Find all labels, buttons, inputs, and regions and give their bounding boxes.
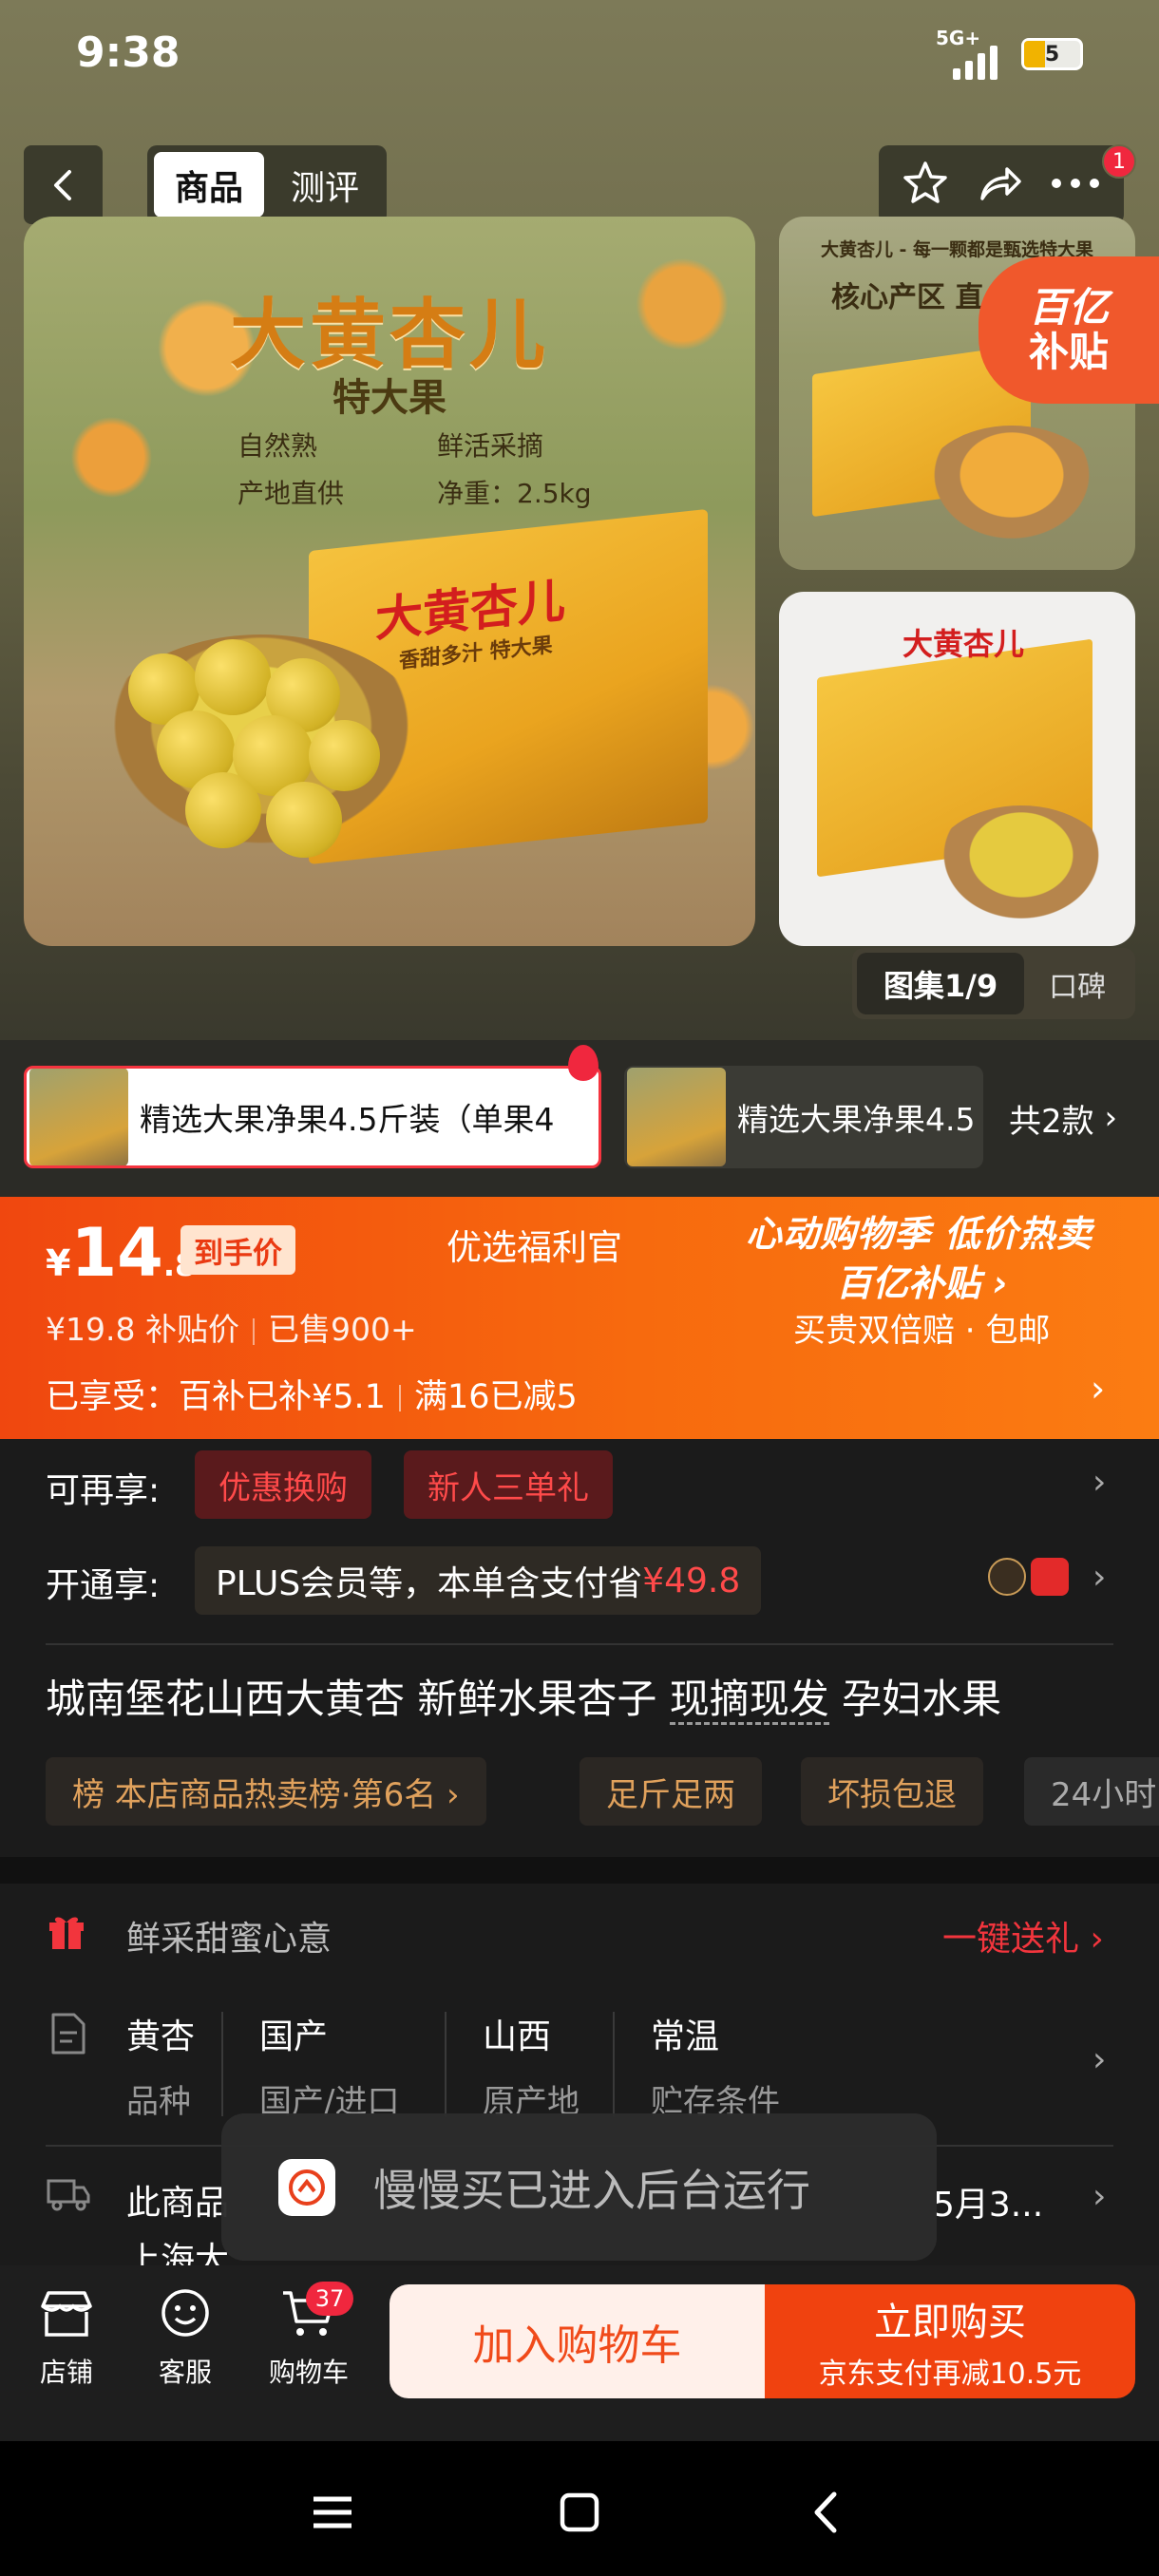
- promo-guarantee: 买贵双倍赔 · 包邮: [793, 1312, 1051, 1350]
- sku-more-button[interactable]: 共2款 ›: [988, 1070, 1159, 1165]
- offers-label: 可再享:: [46, 1471, 161, 1510]
- back-icon[interactable]: [788, 2474, 864, 2550]
- document-icon: [48, 2012, 87, 2055]
- attribute-item: 国产 国产/进口: [259, 2017, 400, 2121]
- toast-notification: 慢慢买已进入后台运行: [221, 2113, 937, 2261]
- plus-offer[interactable]: PLUS会员等，本单含支付省 ¥49.8: [195, 1546, 762, 1615]
- hero-gallery: 9:38 5G+ 5 商品 测评 1 大黄杏儿 特大果 自然熟 鲜活采摘 产地直…: [0, 0, 1159, 1040]
- gallery-switch: 图集1/9 口碑: [852, 948, 1135, 1019]
- tab-product[interactable]: 商品: [154, 152, 264, 218]
- chevron-right-icon[interactable]: ›: [1092, 2040, 1106, 2079]
- send-gift-link[interactable]: 一键送礼 ›: [942, 1911, 1104, 1960]
- nav-actions: [879, 145, 1124, 224]
- hot-drop-icon: [568, 1045, 598, 1081]
- favorite-star-icon[interactable]: [901, 159, 950, 212]
- attribute-item: 山西 原产地: [483, 2017, 580, 2121]
- buy-now-button[interactable]: 立即购买 京东支付再减10.5元: [765, 2284, 1135, 2398]
- back-button[interactable]: [24, 145, 103, 224]
- chat-icon: [162, 2289, 209, 2337]
- chevron-right-icon[interactable]: ›: [1091, 1368, 1105, 1410]
- sku-option-selected[interactable]: 精选大果净果4.5斤装（单果4: [24, 1066, 601, 1168]
- image-subtitle: 特大果: [332, 376, 446, 420]
- toast-text: 慢慢买已进入后台运行: [373, 2164, 810, 2216]
- signal-icon: 5G+: [936, 27, 1012, 80]
- divider: [46, 1643, 1113, 1645]
- plus-label: 开通享:: [46, 1566, 161, 1605]
- product-main-image[interactable]: 大黄杏儿 特大果 自然熟 鲜活采摘 产地直供 净重：2.5kg 大黄杏儿 香甜多…: [24, 217, 755, 946]
- gift-label: 鲜采甜蜜心意: [126, 1920, 332, 1959]
- baitiao-icon: [1031, 1558, 1069, 1596]
- service-tag[interactable]: 坏损包退: [801, 1757, 983, 1826]
- price-tag: 到手价: [180, 1225, 295, 1275]
- offer-pill[interactable]: 优惠换购: [195, 1450, 371, 1519]
- app-icon: [278, 2158, 335, 2216]
- sku-option[interactable]: 精选大果净果4.5: [624, 1066, 983, 1168]
- sku-thumbnail: [29, 1069, 128, 1165]
- menu-icon[interactable]: [294, 2474, 370, 2550]
- image-feature: 产地直供: [238, 478, 345, 509]
- chevron-right-icon[interactable]: ›: [1092, 2177, 1106, 2216]
- store-name[interactable]: 优选福利官: [446, 1219, 622, 1270]
- offer-pill[interactable]: 新人三单礼: [404, 1450, 613, 1519]
- add-to-cart-button[interactable]: 加入购物车: [390, 2284, 765, 2398]
- service-tag[interactable]: 24小时: [1024, 1757, 1159, 1826]
- chevron-right-icon[interactable]: ›: [1092, 1558, 1106, 1597]
- discount-summary[interactable]: 已享受：百补已补¥5.1 满16已减5: [46, 1370, 578, 1418]
- status-bar: 9:38 5G+ 5: [0, 0, 1159, 114]
- tab-review[interactable]: 测评: [270, 152, 380, 218]
- section-gap: [0, 1857, 1159, 1884]
- image-feature: 自然熟: [238, 430, 318, 462]
- product-thumbnail[interactable]: 大黄杏儿: [779, 592, 1135, 946]
- page-tabs: 商品 测评: [147, 145, 387, 224]
- notification-badge: 1: [1102, 144, 1136, 179]
- battery-icon: 5: [1021, 38, 1083, 70]
- chevron-right-icon[interactable]: ›: [1092, 1463, 1106, 1502]
- more-icon[interactable]: [1049, 174, 1102, 197]
- service-tag[interactable]: 足斤足两: [580, 1757, 762, 1826]
- attribute-item: 常温 贮存条件: [651, 2017, 780, 2121]
- gallery-tab[interactable]: 图集1/9: [857, 953, 1025, 1014]
- reviews-tab[interactable]: 口碑: [1024, 963, 1130, 1005]
- subsidy-link[interactable]: 百亿补贴 ›: [836, 1254, 1008, 1306]
- chevron-left-icon: [53, 169, 71, 200]
- shop-icon: [41, 2291, 92, 2337]
- plus-crown-icon: [988, 1558, 1026, 1596]
- status-time: 9:38: [76, 28, 180, 77]
- share-icon[interactable]: [975, 159, 1024, 212]
- bestseller-rank-tag[interactable]: 榜 本店商品热卖榜·第6名 ›: [46, 1757, 486, 1826]
- final-price: ¥14.8: [46, 1214, 196, 1292]
- shipping-info[interactable]: 此商品: [126, 2175, 229, 2225]
- attribute-item: 黄杏 品种: [126, 2017, 196, 2121]
- promo-title: 心动购物季 低价热卖: [746, 1213, 1093, 1255]
- shop-button[interactable]: 店铺: [14, 2287, 119, 2390]
- gift-icon: [46, 1909, 87, 1951]
- product-title: 城南堡花山西大黄杏 新鲜水果杏子 现摘现发 孕妇水果: [46, 1667, 1001, 1725]
- home-icon[interactable]: [542, 2474, 618, 2550]
- subsidy-badge: 百亿 补贴: [978, 256, 1159, 404]
- cart-count-badge: 37: [306, 2282, 353, 2316]
- image-feature: 鲜活采摘: [437, 430, 544, 462]
- sku-thumbnail: [627, 1068, 726, 1166]
- original-price: ¥19.8 补贴价 已售900+: [46, 1311, 417, 1348]
- image-feature: 净重：2.5kg: [437, 478, 592, 509]
- delivery-date: 5月3...: [933, 2186, 1044, 2225]
- truck-icon: [46, 2175, 91, 2213]
- customer-service-button[interactable]: 客服: [133, 2287, 238, 2390]
